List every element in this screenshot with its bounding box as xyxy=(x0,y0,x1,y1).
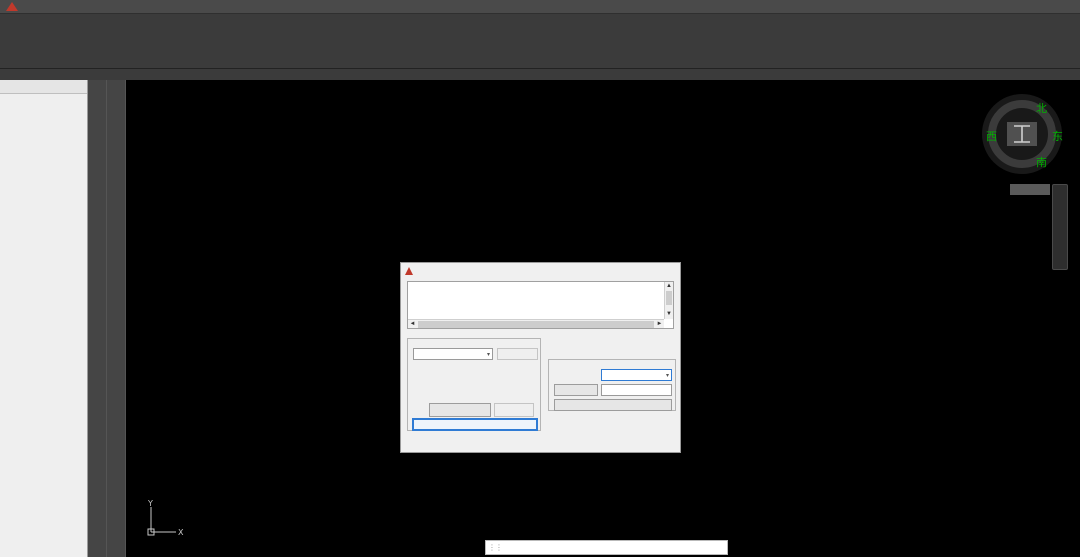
workspace: 北 西 南 东 Y X ▲ ▼ xyxy=(0,80,1080,557)
autocad-alert-icon xyxy=(405,267,413,275)
filter-list-horizontal-scrollbar[interactable]: ◄ ► xyxy=(408,319,664,328)
chevron-down-icon: ▾ xyxy=(487,351,490,358)
select-button xyxy=(497,348,538,360)
filter-type-select[interactable]: ▾ xyxy=(413,348,493,360)
filter-list[interactable]: ▲ ▼ ◄ ► xyxy=(407,281,674,329)
ribbon-tab-strip xyxy=(0,0,1080,14)
svg-text:X: X xyxy=(178,528,184,537)
tianzheng-palette xyxy=(0,80,88,557)
svg-text:西: 西 xyxy=(986,130,997,143)
add-to-list-button[interactable] xyxy=(429,403,491,417)
scroll-down-icon[interactable]: ▼ xyxy=(665,310,673,319)
substitute-button xyxy=(494,403,534,417)
svg-text:南: 南 xyxy=(1036,156,1047,169)
wcs-dropdown[interactable] xyxy=(1010,184,1050,195)
scroll-left-icon[interactable]: ◄ xyxy=(408,321,417,327)
svg-text:Y: Y xyxy=(147,499,153,508)
dialog-title-bar[interactable] xyxy=(401,263,680,279)
svg-text:东: 东 xyxy=(1052,130,1063,143)
save-as-input[interactable] xyxy=(601,384,672,396)
drag-handle-icon[interactable]: ⋮⋮ xyxy=(488,543,502,552)
application-menu-button[interactable] xyxy=(0,0,26,13)
add-selected-object-button[interactable] xyxy=(412,418,538,431)
svg-text:北: 北 xyxy=(1036,102,1047,115)
filter-list-vertical-scrollbar[interactable]: ▲ ▼ xyxy=(664,282,673,319)
object-selection-filter-dialog[interactable]: ▲ ▼ ◄ ► ▾ xyxy=(400,262,681,453)
scroll-up-icon[interactable]: ▲ xyxy=(665,282,673,291)
navigation-bar[interactable] xyxy=(1052,184,1068,270)
save-as-label xyxy=(554,384,598,396)
scroll-right-icon[interactable]: ► xyxy=(655,321,664,327)
current-filter-select[interactable]: ▾ xyxy=(601,369,672,381)
toolbar-column-2 xyxy=(107,80,126,557)
ucs-icon: Y X xyxy=(144,499,190,539)
palette-title xyxy=(0,80,87,94)
compass-viewcube[interactable]: 北 西 南 东 xyxy=(980,92,1064,176)
delete-current-filter-list-button[interactable] xyxy=(554,399,672,411)
scroll-thumb-horizontal[interactable] xyxy=(418,321,654,328)
named-filter-group: ▾ xyxy=(548,359,676,411)
ribbon-tab-overflow[interactable] xyxy=(26,0,40,13)
chevron-down-icon: ▾ xyxy=(666,372,669,379)
command-line[interactable]: ⋮⋮ xyxy=(485,540,728,555)
scroll-thumb-vertical[interactable] xyxy=(666,291,672,305)
command-line-area: ⋮⋮ xyxy=(485,540,728,555)
toolbar-column-1 xyxy=(88,80,107,557)
vertical-toolbars xyxy=(88,80,126,557)
ribbon-panels xyxy=(0,14,1080,69)
document-tab-bar xyxy=(0,69,1080,80)
autocad-logo-icon xyxy=(6,2,18,11)
select-filter-group: ▾ xyxy=(407,338,541,431)
